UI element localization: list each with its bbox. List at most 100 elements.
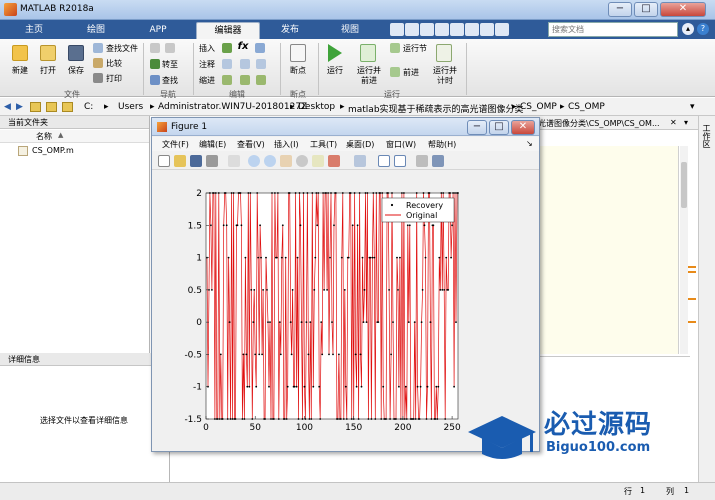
- zoom-out-icon[interactable]: [264, 155, 276, 167]
- run-and-advance-label-1[interactable]: 运行并: [352, 66, 386, 76]
- insert-menu-icon[interactable]: [255, 43, 265, 53]
- print-button[interactable]: 打印: [106, 74, 140, 84]
- goto-button[interactable]: 转至: [162, 60, 188, 70]
- link-plot-icon[interactable]: [354, 155, 366, 167]
- find-files-button[interactable]: 查找文件: [106, 44, 140, 54]
- breakpoints-button[interactable]: 断点: [282, 66, 314, 76]
- menu-edit[interactable]: 编辑(E): [199, 139, 226, 150]
- print-figure-icon[interactable]: [206, 155, 218, 167]
- editor-menu-icon[interactable]: ▾: [684, 118, 688, 127]
- back-arrow-icon[interactable]: [150, 43, 160, 53]
- code-area[interactable]: [520, 146, 678, 354]
- figure-window[interactable]: Figure 1 − □ ✕ 文件(F) 编辑(E) 查看(V) 插入(I) 工…: [151, 117, 540, 452]
- quick-access-icon[interactable]: [390, 23, 404, 36]
- up-folder-icon[interactable]: [30, 102, 41, 112]
- analysis-marker[interactable]: [688, 266, 696, 268]
- insert-section-icon[interactable]: [222, 43, 232, 53]
- save-figure-icon[interactable]: [190, 155, 202, 167]
- maximize-button[interactable]: □: [634, 2, 658, 17]
- back-icon[interactable]: ◀: [4, 102, 11, 112]
- run-and-time-label-2[interactable]: 计时: [428, 76, 462, 86]
- menu-help[interactable]: 帮助(H): [428, 139, 456, 150]
- run-section-button[interactable]: 运行节: [403, 44, 433, 54]
- editor-close-icon[interactable]: ✕: [670, 118, 677, 127]
- menu-file[interactable]: 文件(F): [162, 139, 189, 150]
- help-icon[interactable]: ?: [697, 23, 709, 35]
- data-cursor-icon[interactable]: [312, 155, 324, 167]
- figure-close-button[interactable]: ✕: [511, 120, 535, 135]
- pan-icon[interactable]: [280, 155, 292, 167]
- show-plot-tools-icon[interactable]: [432, 155, 444, 167]
- forward-icon[interactable]: ▶: [16, 102, 23, 112]
- breadcrumb-item[interactable]: Administrator.WIN7U-20180127Z: [158, 102, 307, 112]
- analysis-marker[interactable]: [688, 298, 696, 300]
- breadcrumb-item[interactable]: matlab实现基于稀疏表示的高光谱图像分类: [348, 102, 524, 115]
- increase-indent-icon[interactable]: [240, 75, 250, 85]
- new-figure-icon[interactable]: [158, 155, 170, 167]
- address-dropdown-icon[interactable]: ▾: [690, 102, 695, 112]
- tab-home[interactable]: 主页: [12, 22, 56, 39]
- compare-button[interactable]: 比较: [106, 59, 140, 69]
- hide-plot-tools-icon[interactable]: [416, 155, 428, 167]
- scrollbar-thumb[interactable]: [681, 162, 687, 208]
- run-and-advance-label-2[interactable]: 前进: [352, 76, 386, 86]
- copy-icon[interactable]: [435, 23, 449, 36]
- forward-arrow-icon[interactable]: [165, 43, 175, 53]
- search-input[interactable]: [548, 22, 678, 37]
- figure-minimize-button[interactable]: −: [467, 120, 487, 135]
- sort-ascending-icon[interactable]: ▲: [58, 131, 63, 139]
- close-button[interactable]: ✕: [660, 2, 706, 17]
- save-button[interactable]: 保存: [60, 66, 92, 76]
- column-name[interactable]: 名称: [36, 131, 52, 142]
- analysis-marker[interactable]: [688, 321, 696, 323]
- brush-icon[interactable]: [328, 155, 340, 167]
- rotate-3d-icon[interactable]: [296, 155, 308, 167]
- breadcrumb-item[interactable]: CS_OMP: [520, 102, 557, 112]
- colorbar-icon[interactable]: [378, 155, 390, 167]
- tab-view[interactable]: 视图: [326, 22, 374, 39]
- legend-icon[interactable]: [394, 155, 406, 167]
- undo-icon[interactable]: [465, 23, 479, 36]
- browse-folder-icon[interactable]: [46, 102, 57, 112]
- uncomment-icon[interactable]: [240, 59, 250, 69]
- wrap-comments-icon[interactable]: [256, 59, 266, 69]
- tab-editor[interactable]: 编辑器: [196, 22, 260, 39]
- menu-tools[interactable]: 工具(T): [310, 139, 337, 150]
- fx-button[interactable]: fx: [237, 42, 249, 52]
- breadcrumb-item[interactable]: Users: [118, 102, 143, 112]
- menu-dock-icon[interactable]: ↘: [526, 139, 533, 148]
- edit-plot-icon[interactable]: [228, 155, 240, 167]
- breadcrumb-item[interactable]: CS_OMP: [568, 102, 605, 112]
- indent-button[interactable]: 缩进: [199, 76, 219, 86]
- notification-icon[interactable]: ▴: [682, 23, 694, 35]
- find-button[interactable]: 查找: [162, 76, 188, 86]
- insert-button[interactable]: 插入: [199, 44, 219, 54]
- minimize-button[interactable]: −: [608, 2, 632, 17]
- open-file-icon[interactable]: [174, 155, 186, 167]
- analysis-marker[interactable]: [688, 271, 696, 273]
- zoom-in-icon[interactable]: [248, 155, 260, 167]
- menu-insert[interactable]: 插入(I): [274, 139, 299, 150]
- breadcrumb-item[interactable]: C:: [84, 102, 93, 112]
- paste-icon[interactable]: [450, 23, 464, 36]
- breadcrumb-item[interactable]: Desktop: [298, 102, 335, 112]
- comment-button[interactable]: 注释: [199, 60, 219, 70]
- decrease-indent-icon[interactable]: [256, 75, 266, 85]
- menu-view[interactable]: 查看(V): [237, 139, 265, 150]
- run-and-time-label-1[interactable]: 运行并: [428, 66, 462, 76]
- tab-apps[interactable]: APP: [134, 22, 182, 39]
- redo-icon[interactable]: [480, 23, 494, 36]
- menu-window[interactable]: 窗口(W): [386, 139, 416, 150]
- tab-plots[interactable]: 绘图: [72, 22, 120, 39]
- menu-desktop[interactable]: 桌面(D): [346, 139, 374, 150]
- smart-indent-icon[interactable]: [222, 75, 232, 85]
- workspace-tab[interactable]: 工作区: [702, 124, 712, 148]
- quick-save-icon[interactable]: [405, 23, 419, 36]
- comment-icon[interactable]: [222, 59, 232, 69]
- file-list-item[interactable]: CS_OMP.m: [32, 146, 74, 155]
- tab-publish[interactable]: 发布: [266, 22, 314, 39]
- figure-maximize-button[interactable]: □: [489, 120, 509, 135]
- run-button[interactable]: 运行: [320, 66, 350, 76]
- help-shortcut-icon[interactable]: [495, 23, 509, 36]
- cut-icon[interactable]: [420, 23, 434, 36]
